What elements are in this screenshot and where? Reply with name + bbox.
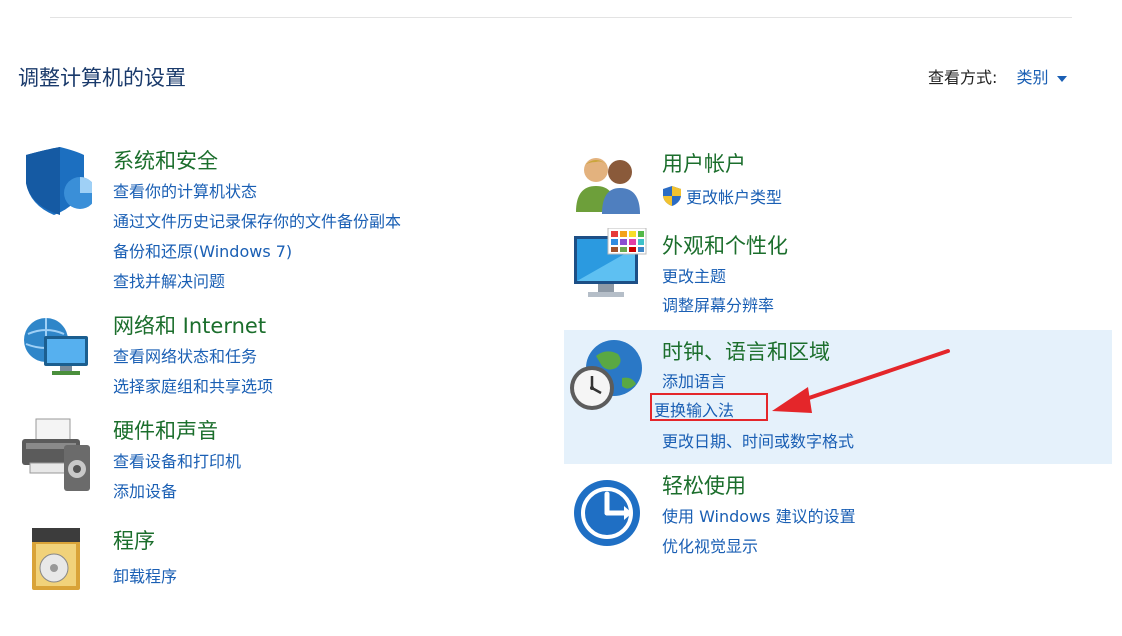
top-divider bbox=[50, 17, 1072, 18]
uac-shield-icon bbox=[662, 185, 682, 211]
link-change-theme[interactable]: 更改主题 bbox=[662, 263, 726, 287]
annotation-arrow-icon bbox=[772, 349, 950, 413]
link-troubleshoot[interactable]: 查找并解决问题 bbox=[113, 268, 225, 292]
link-file-history-backup[interactable]: 通过文件历史记录保存你的文件备份副本 bbox=[113, 208, 401, 232]
programs-icon[interactable] bbox=[28, 524, 88, 600]
shield-icon[interactable] bbox=[20, 145, 96, 221]
category-appearance-personalization[interactable]: 外观和个性化 bbox=[662, 230, 788, 260]
link-change-date-time-format[interactable]: 更改日期、时间或数字格式 bbox=[662, 428, 854, 452]
link-change-account-type[interactable]: 更改帐户类型 bbox=[662, 184, 782, 211]
link-homegroup-sharing[interactable]: 选择家庭组和共享选项 bbox=[113, 373, 273, 397]
link-screen-resolution[interactable]: 调整屏幕分辨率 bbox=[662, 292, 774, 316]
view-by: 查看方式: 类别 bbox=[928, 64, 1067, 88]
category-system-security[interactable]: 系统和安全 bbox=[113, 145, 218, 175]
category-ease-of-access[interactable]: 轻松使用 bbox=[662, 470, 746, 500]
chevron-down-icon bbox=[1056, 75, 1067, 82]
link-recommended-settings[interactable]: 使用 Windows 建议的设置 bbox=[662, 503, 856, 527]
category-user-accounts[interactable]: 用户帐户 bbox=[662, 148, 746, 178]
link-view-computer-status[interactable]: 查看你的计算机状态 bbox=[113, 178, 257, 202]
globe-clock-icon[interactable] bbox=[566, 338, 646, 418]
link-add-language[interactable]: 添加语言 bbox=[662, 368, 726, 392]
monitor-icon[interactable] bbox=[572, 227, 648, 310]
link-uninstall-program[interactable]: 卸载程序 bbox=[113, 563, 177, 587]
category-programs[interactable]: 程序 bbox=[113, 525, 155, 555]
view-by-label: 查看方式: bbox=[928, 68, 998, 87]
view-by-value: 类别 bbox=[1016, 68, 1049, 87]
link-devices-printers[interactable]: 查看设备和打印机 bbox=[113, 448, 241, 472]
link-network-status[interactable]: 查看网络状态和任务 bbox=[113, 343, 257, 367]
category-hardware-sound[interactable]: 硬件和声音 bbox=[113, 415, 218, 445]
link-add-device[interactable]: 添加设备 bbox=[113, 478, 177, 502]
annotation-highlight-box bbox=[650, 393, 768, 421]
network-icon[interactable] bbox=[20, 312, 92, 384]
ease-of-access-icon[interactable] bbox=[572, 478, 642, 552]
category-network-internet[interactable]: 网络和 Internet bbox=[113, 310, 266, 340]
link-change-account-type-label: 更改帐户类型 bbox=[686, 188, 783, 207]
view-by-dropdown[interactable]: 类别 bbox=[1017, 68, 1067, 87]
page-title: 调整计算机的设置 bbox=[18, 66, 186, 90]
printer-icon[interactable] bbox=[20, 415, 94, 499]
link-backup-restore[interactable]: 备份和还原(Windows 7) bbox=[113, 238, 292, 262]
link-optimize-visual-display[interactable]: 优化视觉显示 bbox=[662, 533, 758, 557]
users-icon[interactable] bbox=[572, 152, 644, 220]
